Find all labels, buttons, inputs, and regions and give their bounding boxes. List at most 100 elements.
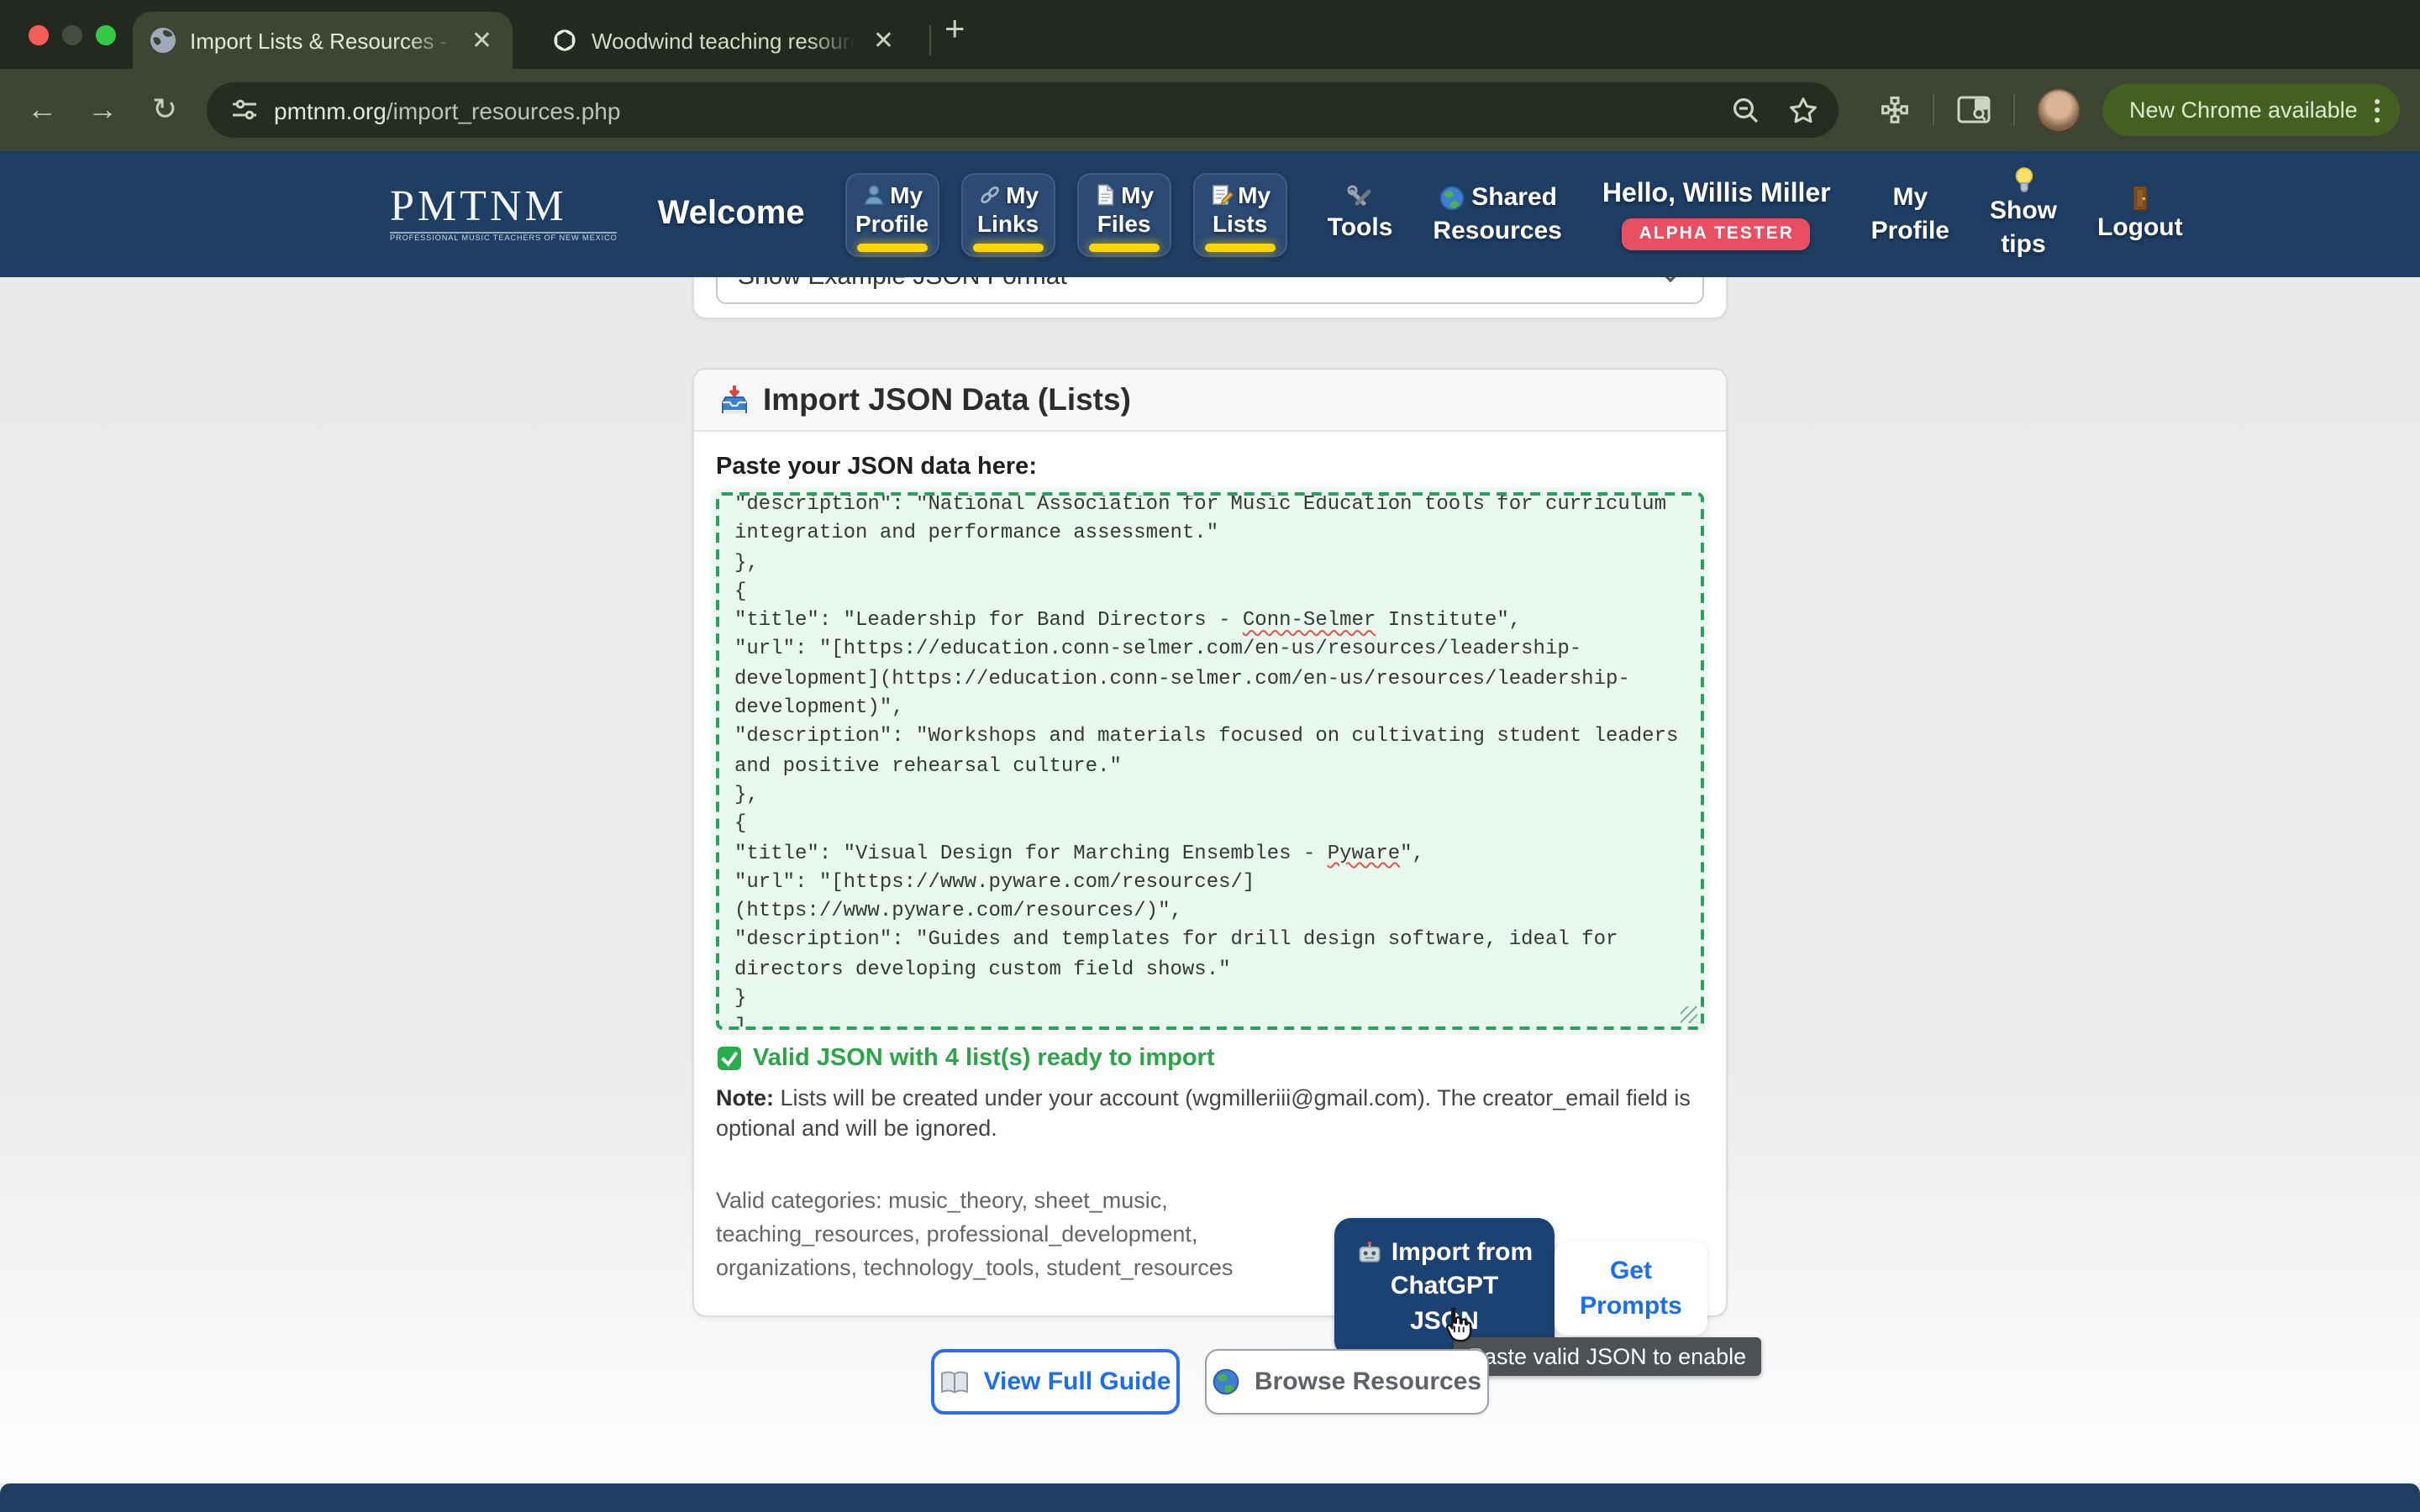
alpha-tester-badge: ALPHA TESTER (1623, 218, 1811, 249)
get-prompts-line2: Prompts (1580, 1289, 1682, 1324)
zoom-out-icon[interactable] (1731, 95, 1761, 125)
extensions-icon[interactable] (1879, 94, 1911, 126)
import-button-line2: ChatGPT (1391, 1271, 1498, 1305)
tab-woodwind[interactable]: Woodwind teaching resources ✕ (534, 12, 914, 69)
robot-icon (1356, 1240, 1383, 1267)
resize-handle[interactable] (1681, 1006, 1697, 1023)
shared-label-line2: Resources (1433, 214, 1561, 248)
globe-icon (1213, 1368, 1241, 1396)
nav-card-line2: Profile (855, 209, 929, 238)
tab-title: Import Lists & Resources - PM (190, 28, 455, 53)
window-controls[interactable] (29, 25, 116, 45)
active-underline (1205, 244, 1276, 251)
note-text: Lists will be created under your account… (716, 1085, 1691, 1141)
site-footer (0, 1483, 2420, 1512)
address-bar[interactable]: pmtnm.org/import_resources.php (207, 82, 1839, 138)
browser-window: Import Lists & Resources - PM ✕ Woodwind… (0, 0, 2420, 1512)
import-json-card: Import JSON Data (Lists) Paste your JSON… (692, 368, 1728, 1317)
my-profile-line2: Profile (1871, 214, 1949, 248)
chrome-update-button[interactable]: New Chrome available (2102, 84, 2400, 136)
nav-shared-resources-link[interactable]: Shared Resources (1433, 181, 1561, 248)
site-navbar: PMTNM Professional Music Teachers of New… (0, 151, 2420, 277)
browse-resources-button[interactable]: Browse Resources (1205, 1349, 1489, 1415)
json-textarea-content: "description": "National Association for… (734, 492, 1686, 1030)
toolbar-divider (2013, 94, 2015, 126)
bottom-actions: View Full Guide Browse Resources (0, 1349, 2420, 1415)
view-full-guide-button[interactable]: View Full Guide (931, 1349, 1180, 1415)
file-icon (1094, 183, 1116, 207)
globe-icon (1438, 184, 1465, 211)
chrome-update-label: New Chrome available (2129, 97, 2358, 123)
menu-kebab-icon[interactable] (2375, 98, 2380, 122)
json-textarea[interactable]: "description": "National Association for… (716, 492, 1704, 1030)
hand-cursor-icon (1439, 1304, 1476, 1344)
logout-label: Logout (2097, 211, 2183, 244)
greeting-text: Hello, Willis Miller (1602, 179, 1831, 209)
nav-my-links-card[interactable]: My Links (961, 172, 1055, 256)
nav-my-profile-card[interactable]: My Profile (845, 172, 939, 256)
my-profile-line1: My (1892, 181, 1928, 214)
import-button-line1: Import from (1392, 1236, 1533, 1271)
nav-my-lists-card[interactable]: My Lists (1193, 172, 1287, 256)
browse-resources-label: Browse Resources (1255, 1368, 1481, 1396)
nav-show-tips-link[interactable]: Show tips (1990, 166, 2057, 262)
show-tips-line1: Show (1990, 195, 2057, 228)
import-card-header: Import JSON Data (Lists) (694, 370, 1726, 432)
url-text[interactable]: pmtnm.org/import_resources.php (274, 97, 620, 123)
get-prompts-button[interactable]: Get Prompts (1555, 1242, 1707, 1336)
tab-import-lists[interactable]: Import Lists & Resources - PM ✕ (133, 12, 513, 69)
validation-text: Valid JSON with 4 list(s) ready to impor… (753, 1045, 1215, 1072)
reload-icon[interactable]: ↻ (139, 69, 190, 151)
chatgpt-icon (551, 27, 578, 54)
close-window-button[interactable] (29, 25, 49, 45)
fullscreen-window-button[interactable] (96, 25, 116, 45)
import-card-body: Paste your JSON data here: "description"… (694, 432, 1726, 1307)
validation-message: Valid JSON with 4 list(s) ready to impor… (716, 1045, 1704, 1072)
back-icon[interactable]: ← (17, 69, 67, 151)
profile-avatar[interactable] (2037, 88, 2081, 132)
close-tab-icon[interactable]: ✕ (870, 24, 897, 56)
active-underline (857, 244, 928, 251)
welcome-text: Welcome (658, 195, 805, 234)
nav-logout-link[interactable]: Logout (2097, 184, 2183, 244)
import-card-title: Import JSON Data (Lists) (763, 381, 1131, 418)
forward-icon[interactable]: → (77, 69, 128, 151)
inbox-tray-icon (718, 383, 751, 417)
account-note: Note: Lists will be created under your a… (716, 1084, 1711, 1144)
nav-card-line2: Files (1097, 209, 1151, 238)
tune-icon[interactable] (230, 96, 259, 124)
get-prompts-line1: Get (1610, 1253, 1652, 1289)
nav-card-group: My Profile My Links (845, 172, 1287, 256)
toolbar-divider (1933, 94, 1934, 126)
minimize-window-button[interactable] (62, 25, 82, 45)
nav-card-line2: Links (977, 209, 1039, 238)
shared-label-line1: Shared (1471, 181, 1557, 214)
view-full-guide-label: View Full Guide (984, 1368, 1171, 1396)
active-underline (1089, 244, 1160, 251)
nav-my-profile-link[interactable]: My Profile (1871, 181, 1949, 248)
book-icon (940, 1368, 971, 1395)
logo-subtitle: Professional Music Teachers of New Mexic… (390, 232, 618, 244)
link-icon (977, 183, 1001, 207)
valid-categories-text: Valid categories: music_theory, sheet_mu… (716, 1184, 1304, 1285)
nav-card-line1: My (1121, 181, 1154, 209)
show-tips-line2: tips (2001, 228, 2045, 262)
nav-tools-link[interactable]: Tools (1328, 183, 1393, 245)
close-tab-icon[interactable]: ✕ (468, 24, 496, 56)
nav-card-line1: My (1006, 181, 1039, 209)
paste-json-label: Paste your JSON data here: (716, 454, 1704, 480)
active-underline (973, 244, 1044, 251)
user-greeting: Hello, Willis Miller ALPHA TESTER (1602, 179, 1831, 249)
nav-my-files-card[interactable]: My Files (1077, 172, 1171, 256)
door-icon (2129, 184, 2151, 211)
pmtnm-logo[interactable]: PMTNM Professional Music Teachers of New… (390, 185, 618, 244)
globe-favicon (150, 27, 176, 54)
check-icon (716, 1045, 743, 1072)
star-icon[interactable] (1788, 95, 1818, 125)
new-tab-button[interactable]: + (944, 10, 965, 50)
tools-icon (1346, 183, 1375, 212)
tools-label: Tools (1328, 212, 1393, 245)
logo-text: PMTNM (390, 185, 618, 228)
side-panel-search-icon[interactable] (1956, 94, 1991, 126)
memo-icon (1209, 183, 1233, 207)
